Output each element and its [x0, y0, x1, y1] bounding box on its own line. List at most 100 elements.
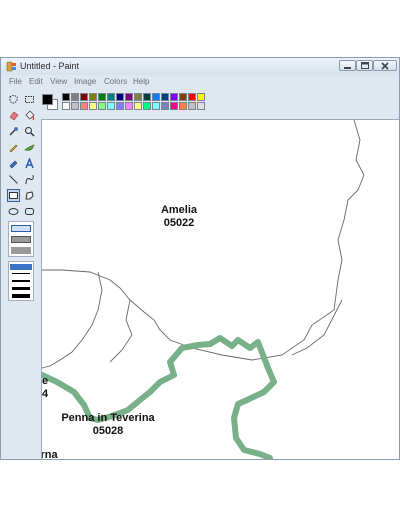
fill-option-fill[interactable] — [11, 247, 31, 254]
palette-swatch[interactable] — [161, 102, 169, 110]
palette-swatch[interactable] — [170, 93, 178, 101]
tool-rectangle[interactable] — [7, 189, 20, 202]
tool-magnifier[interactable] — [23, 125, 36, 138]
palette-swatch[interactable] — [125, 102, 133, 110]
palette-swatch[interactable] — [134, 102, 142, 110]
municipal-boundary-inner — [109, 299, 133, 363]
penna-name: Penna in Teverina — [61, 412, 155, 424]
minimize-icon — [344, 67, 351, 69]
color-picker-icon — [9, 127, 18, 136]
penna-code: 05028 — [92, 425, 124, 437]
line-width-3[interactable] — [12, 287, 30, 290]
paint-app-icon — [6, 61, 16, 72]
minimize-button[interactable] — [339, 60, 356, 71]
rect-select-icon — [25, 96, 34, 103]
line-width-1[interactable] — [12, 273, 30, 274]
palette-swatch[interactable] — [89, 102, 97, 110]
tool-polygon[interactable] — [23, 189, 36, 202]
partial-label-4: 4 — [41, 388, 49, 400]
palette-swatch[interactable] — [71, 102, 79, 110]
tool-text[interactable] — [23, 157, 36, 170]
menu-edit[interactable]: Edit — [29, 77, 43, 87]
line-width-2[interactable] — [12, 280, 30, 282]
palette-swatch[interactable] — [98, 102, 106, 110]
palette-swatch[interactable] — [89, 93, 97, 101]
tool-airbrush[interactable] — [7, 157, 20, 170]
line-icon — [9, 175, 18, 184]
paint-window: Untitled - Paint File Edit View Image Co… — [0, 57, 400, 460]
toolbox — [4, 91, 40, 459]
palette-swatch[interactable] — [98, 93, 106, 101]
palette-swatch[interactable] — [152, 93, 160, 101]
line-width-4[interactable] — [12, 294, 30, 298]
palette-swatch[interactable] — [188, 102, 196, 110]
tool-fill[interactable] — [23, 109, 36, 122]
palette-swatch[interactable] — [134, 93, 142, 101]
foreground-color-swatch[interactable] — [42, 94, 53, 105]
map-label-amelia: Amelia 05022 — [134, 204, 224, 230]
title-bar[interactable]: Untitled - Paint — [1, 58, 399, 75]
free-select-icon — [9, 95, 18, 104]
palette-swatch[interactable] — [116, 93, 124, 101]
color-palette — [39, 91, 399, 119]
drawing-canvas[interactable]: Amelia 05022 Penna in Teverina 05028 e 4… — [41, 119, 399, 460]
tool-rounded-rect[interactable] — [23, 205, 36, 218]
menu-colors[interactable]: Colors — [104, 77, 127, 87]
partial-label-e: e — [41, 375, 49, 387]
maximize-button[interactable] — [356, 60, 373, 71]
ellipse-icon — [8, 208, 19, 215]
palette-swatch[interactable] — [80, 102, 88, 110]
tool-brush[interactable] — [23, 141, 36, 154]
palette-swatch[interactable] — [71, 93, 79, 101]
menu-file[interactable]: File — [9, 77, 22, 87]
map-label-penna-in-teverina: Penna in Teverina 05028 — [42, 412, 174, 438]
pencil-icon — [9, 144, 18, 153]
palette-swatch[interactable] — [179, 93, 187, 101]
tool-pencil[interactable] — [7, 141, 20, 154]
map-label-partial-bottom: rna — [41, 449, 58, 460]
palette-swatch[interactable] — [197, 93, 205, 101]
palette-swatch[interactable] — [125, 93, 133, 101]
tool-eraser[interactable] — [7, 109, 20, 122]
palette-swatch[interactable] — [143, 102, 151, 110]
line-width-options — [8, 261, 34, 301]
palette-swatch[interactable] — [107, 93, 115, 101]
close-button[interactable] — [373, 60, 397, 71]
menu-image[interactable]: Image — [74, 77, 96, 87]
fill-option-outline[interactable] — [11, 225, 31, 232]
fill-style-options — [8, 221, 34, 257]
palette-swatch[interactable] — [161, 93, 169, 101]
palette-swatch[interactable] — [62, 102, 70, 110]
region-border-line — [42, 335, 277, 459]
current-colors[interactable] — [41, 93, 59, 111]
palette-swatch[interactable] — [197, 102, 205, 110]
magnifier-icon — [25, 127, 35, 137]
tool-curve[interactable] — [23, 173, 36, 186]
palette-swatch[interactable] — [62, 93, 70, 101]
tool-rect-select[interactable] — [23, 93, 36, 106]
tool-color-picker[interactable] — [7, 125, 20, 138]
tool-line[interactable] — [7, 173, 20, 186]
amelia-code: 05022 — [163, 217, 195, 229]
tool-free-select[interactable] — [7, 93, 20, 106]
palette-swatch[interactable] — [80, 93, 88, 101]
palette-swatch[interactable] — [188, 93, 196, 101]
menu-view[interactable]: View — [50, 77, 67, 87]
close-icon — [381, 61, 389, 70]
palette-swatch[interactable] — [143, 93, 151, 101]
palette-swatch[interactable] — [107, 102, 115, 110]
tool-ellipse[interactable] — [7, 205, 20, 218]
airbrush-icon — [9, 160, 18, 169]
text-icon — [25, 158, 34, 169]
fill-option-outline-fill[interactable] — [11, 236, 31, 243]
municipal-boundary-west — [42, 271, 103, 369]
palette-swatch[interactable] — [152, 102, 160, 110]
line-width-selected[interactable] — [10, 264, 32, 270]
palette-swatch[interactable] — [170, 102, 178, 110]
menu-bar: File Edit View Image Colors Help — [1, 75, 399, 89]
amelia-name: Amelia — [160, 204, 198, 216]
menu-help[interactable]: Help — [133, 77, 149, 87]
palette-swatch[interactable] — [116, 102, 124, 110]
palette-swatch[interactable] — [179, 102, 187, 110]
polygon-icon — [25, 191, 34, 200]
